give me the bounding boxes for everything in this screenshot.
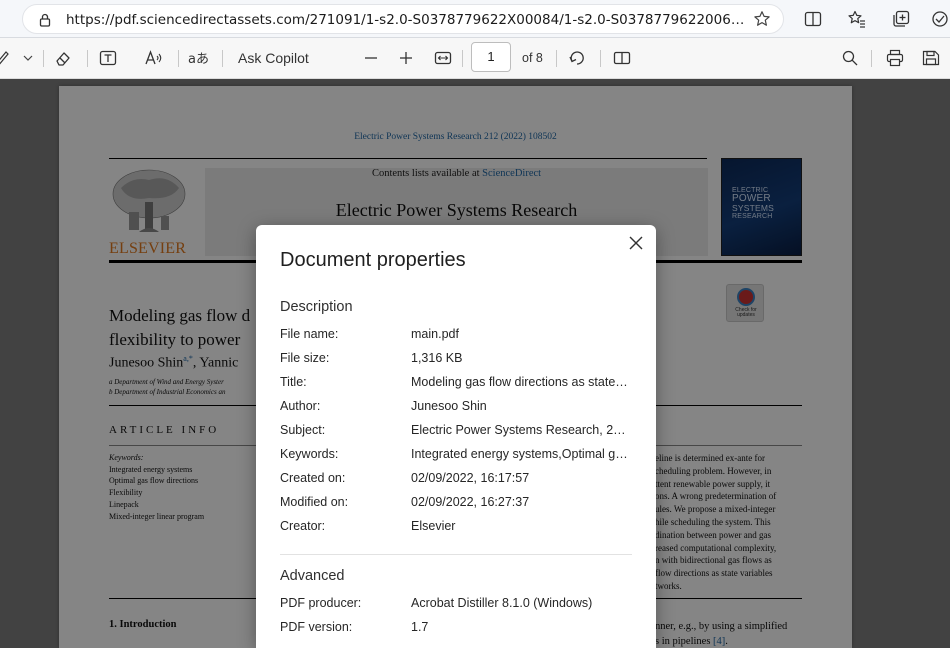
rotate-icon[interactable] [567,48,587,68]
extensions-icon[interactable] [930,9,950,29]
page-number-input[interactable]: 1 [471,42,511,72]
search-icon[interactable] [841,48,859,68]
collections-icon[interactable] [891,9,911,29]
property-row-author: Author: Junesoo Shin [280,396,632,420]
property-value: Junesoo Shin [411,399,487,413]
property-row-title: Title: Modeling gas flow directions as s… [280,372,632,396]
read-aloud-icon[interactable] [144,48,164,68]
favorites-icon[interactable] [847,9,867,29]
property-row-file-name: File name: main.pdf [280,324,632,348]
zoom-in-icon[interactable] [399,48,413,68]
property-row-modified-on: Modified on: 02/09/2022, 16:27:37 [280,492,632,516]
property-value: Elsevier [411,519,456,533]
toolbar-divider [222,50,223,67]
browser-address-bar: https://pdf.sciencedirectassets.com/2710… [0,0,950,38]
split-screen-icon[interactable] [803,9,823,29]
eraser-icon[interactable] [54,48,72,68]
property-row-subject: Subject: Electric Power Systems Research… [280,420,632,444]
property-row-file-size: File size: 1,316 KB [280,348,632,372]
ask-copilot-button[interactable]: Ask Copilot [238,48,309,68]
property-value: 02/09/2022, 16:17:57 [411,471,530,485]
property-value: main.pdf [411,327,459,341]
property-row-created-on: Created on: 02/09/2022, 16:17:57 [280,468,632,492]
property-label: Keywords: [280,447,339,461]
toolbar-divider [462,50,463,67]
toolbar-divider [178,50,179,67]
url-field[interactable]: https://pdf.sciencedirectassets.com/2710… [22,4,784,34]
lock-icon[interactable] [37,12,53,28]
property-value: 1,316 KB [411,351,463,365]
url-text[interactable]: https://pdf.sciencedirectassets.com/2710… [66,12,746,28]
description-heading: Description [280,299,353,315]
property-label: Subject: [280,423,326,437]
property-label: Author: [280,399,321,413]
property-row-pdf-version: PDF version: 1.7 [280,617,632,641]
property-label: PDF version: [280,620,353,634]
close-icon[interactable] [628,235,644,251]
property-value: Acrobat Distiller 8.1.0 (Windows) [411,596,593,610]
property-label: File name: [280,327,339,341]
pdf-toolbar: aあ Ask Copilot 1 of 8 [0,38,950,79]
property-label: PDF producer: [280,596,362,610]
toolbar-divider [43,50,44,67]
property-row-keywords: Keywords: Integrated energy systems,Opti… [280,444,632,468]
svg-text:aあ: aあ [188,52,209,67]
advanced-heading: Advanced [280,568,345,584]
draw-icon[interactable] [0,48,10,68]
zoom-out-icon[interactable] [364,48,378,68]
property-row-pdf-producer: PDF producer: Acrobat Distiller 8.1.0 (W… [280,593,632,617]
translate-icon[interactable]: aあ [188,48,210,68]
toolbar-divider [600,50,601,67]
page-view-icon[interactable] [612,48,632,68]
property-label: Title: [280,375,307,389]
property-label: File size: [280,351,330,365]
print-icon[interactable] [885,48,905,68]
property-value: Modeling gas flow directions as state v.… [411,375,631,389]
property-value: 1.7 [411,620,429,634]
save-icon[interactable] [921,48,941,68]
property-value: 02/09/2022, 16:27:37 [411,495,530,509]
property-value: Integrated energy systems,Optimal gas ..… [411,447,631,461]
page-count-label: of 8 [522,51,543,65]
section-divider [280,554,632,555]
property-label: Created on: [280,471,346,485]
document-properties-dialog: Document properties Description File nam… [256,225,656,648]
toolbar-divider [87,50,88,67]
property-label: Creator: [280,519,326,533]
property-label: Modified on: [280,495,349,509]
text-box-icon[interactable] [99,48,117,68]
toolbar-divider [556,50,557,67]
chevron-down-icon[interactable] [22,48,34,68]
toolbar-divider [871,50,872,67]
property-value: Electric Power Systems Research, 212 (2.… [411,423,631,437]
property-row-creator: Creator: Elsevier [280,516,632,540]
dialog-title: Document properties [280,249,466,271]
fit-to-width-icon[interactable] [434,48,452,68]
favorite-star-icon[interactable] [753,10,771,28]
